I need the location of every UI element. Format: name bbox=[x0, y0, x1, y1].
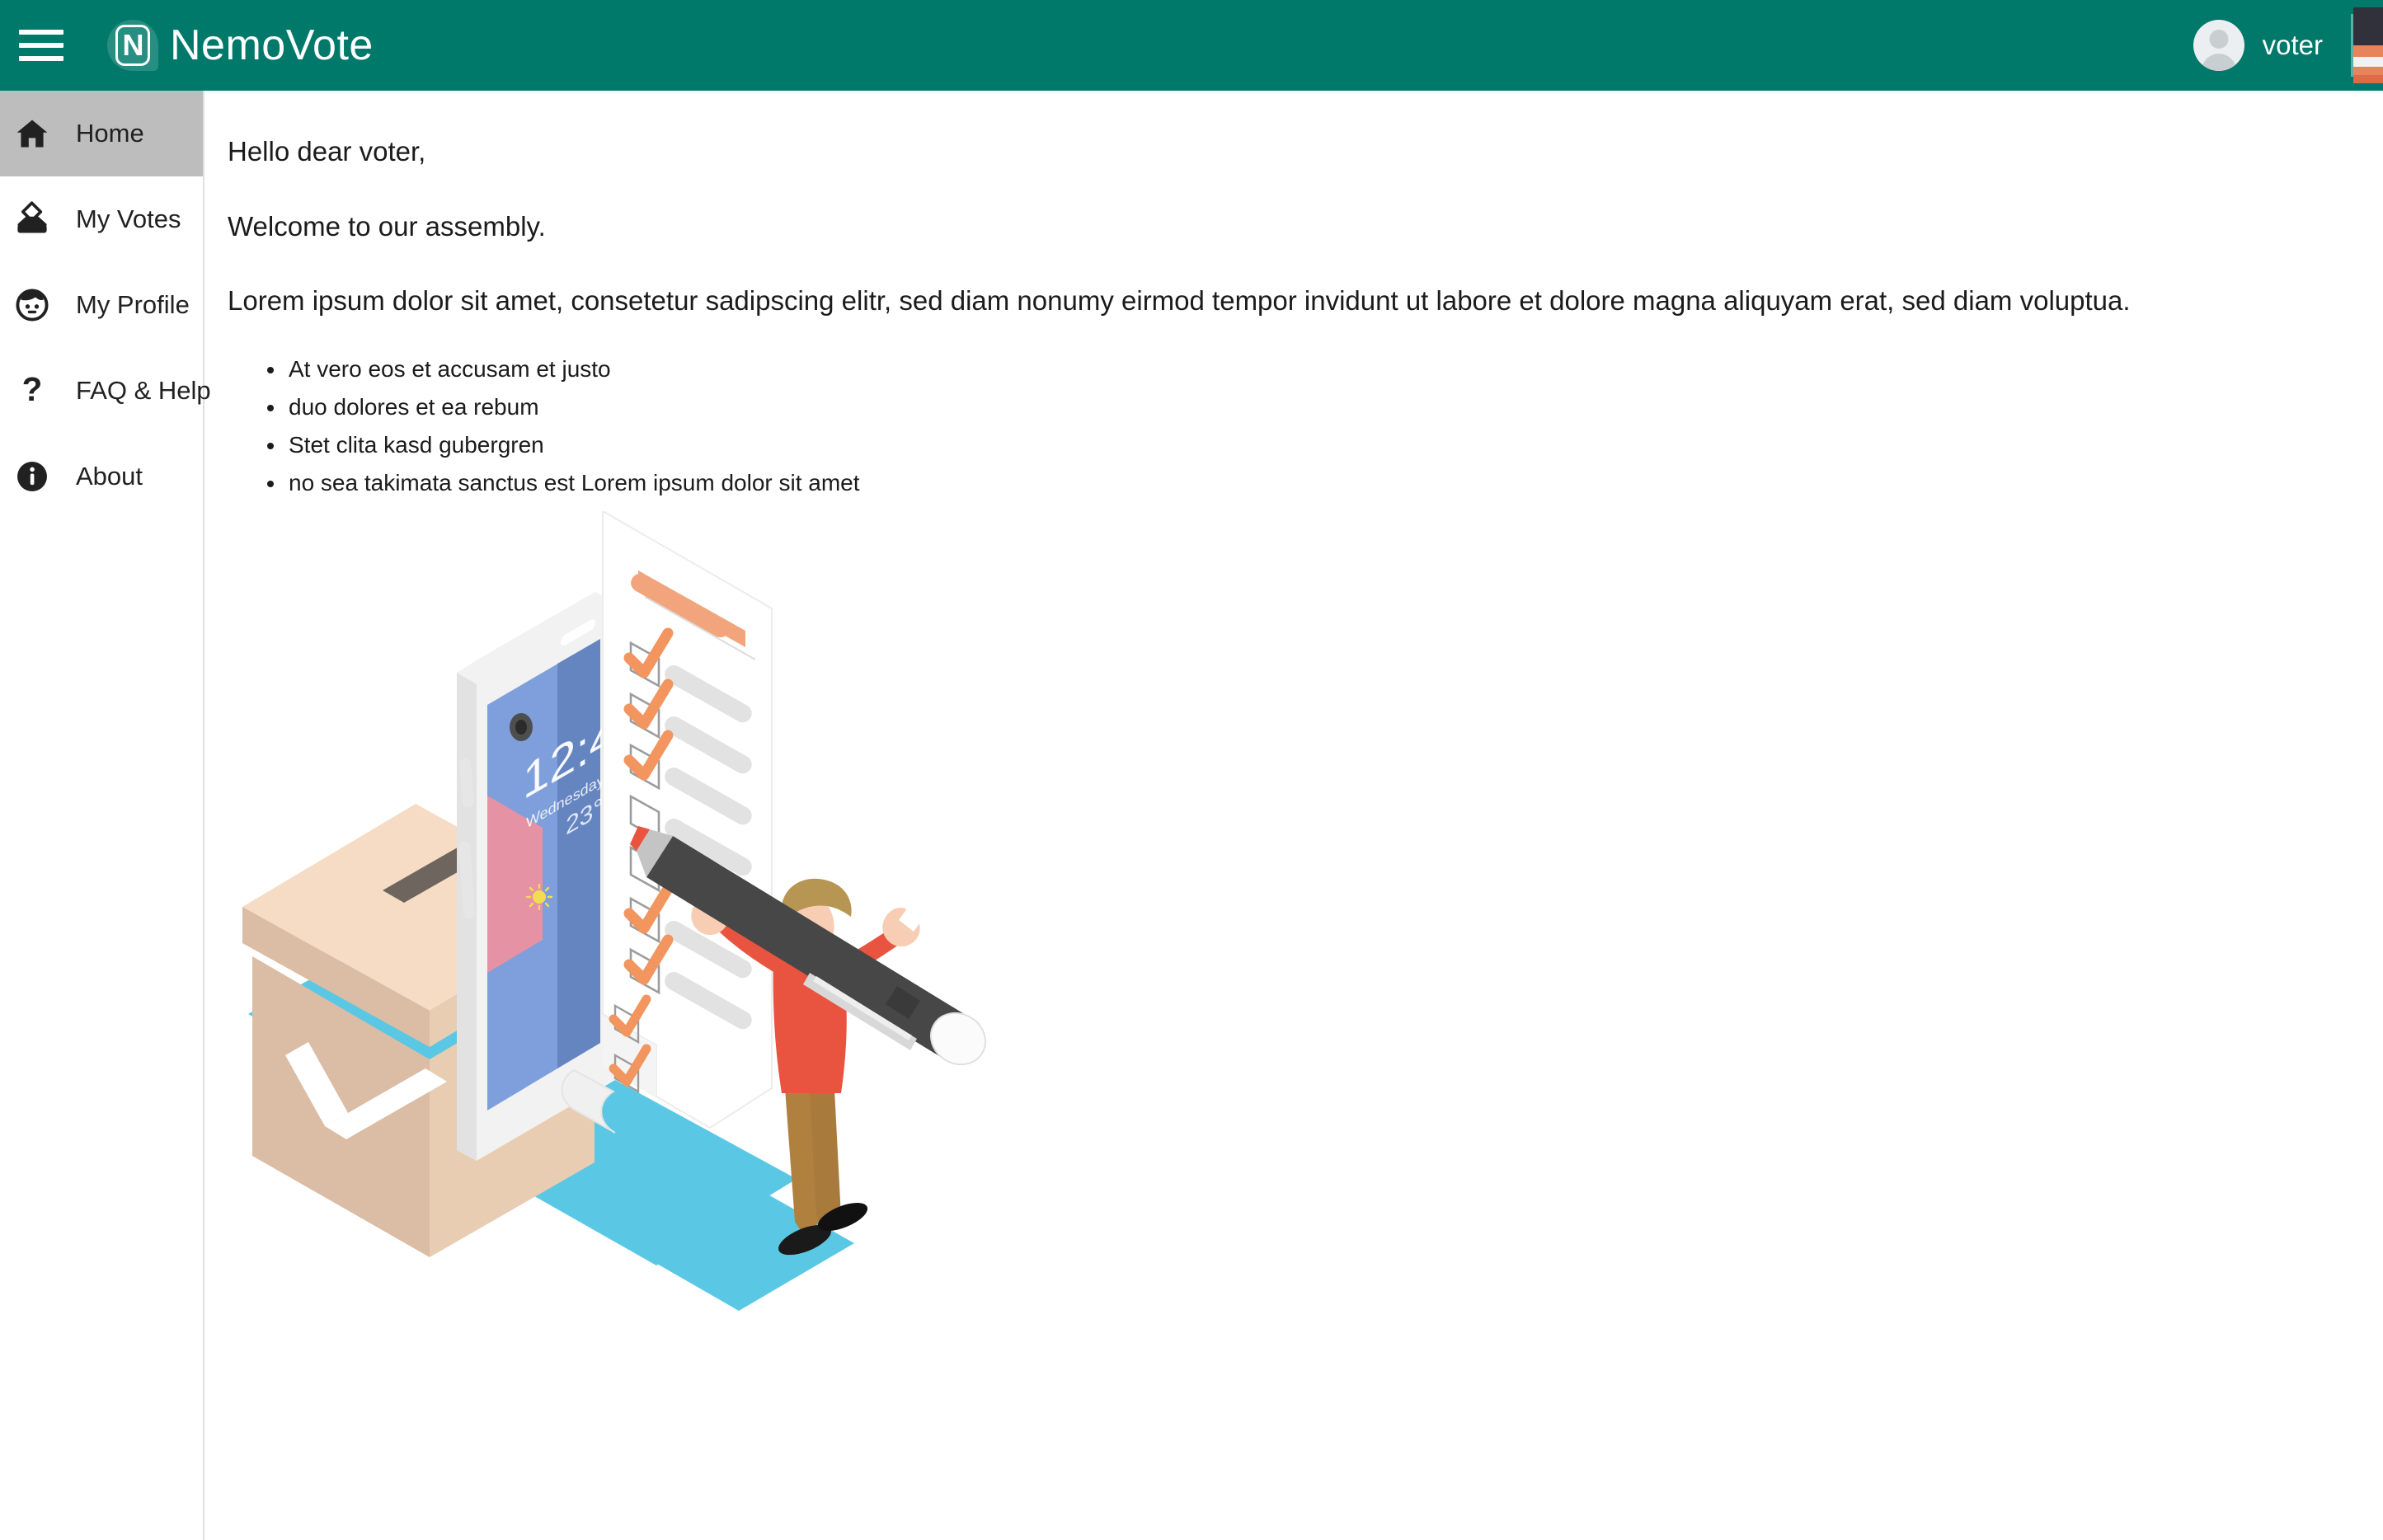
sidebar-item-label: My Profile bbox=[76, 290, 190, 319]
isometric-online-voting-illustration: 12:45 Wednesday, May 24 23° bbox=[242, 510, 986, 1311]
nemovote-logo-icon: N bbox=[107, 20, 158, 71]
list-item: Stet clita kasd gubergren bbox=[264, 433, 2358, 457]
user-name-label: voter bbox=[2262, 30, 2323, 60]
welcome-text: Welcome to our assembly. bbox=[228, 210, 546, 242]
greeting-text: Hello dear voter, bbox=[228, 136, 426, 167]
home-icon bbox=[7, 115, 58, 152]
sidebar-item-label: My Votes bbox=[76, 204, 181, 233]
hamburger-menu-icon bbox=[19, 30, 63, 61]
list-item: no sea takimata sanctus est Lorem ipsum … bbox=[264, 471, 2358, 495]
sun-icon bbox=[525, 883, 553, 910]
main-content-area: Hello dear voter, Welcome to our assembl… bbox=[206, 91, 2383, 1540]
brand-letter: N bbox=[122, 28, 144, 62]
sidebar-item-faq-help[interactable]: ? FAQ & Help bbox=[0, 348, 211, 434]
list-item: duo dolores et ea rebum bbox=[264, 395, 2358, 419]
sidebar-item-label: FAQ & Help bbox=[76, 376, 211, 405]
sidebar-item-about[interactable]: About bbox=[0, 434, 203, 519]
home-content: Hello dear voter, Welcome to our assembl… bbox=[206, 91, 2383, 1336]
signal-bars-icon bbox=[496, 589, 516, 620]
question-mark-icon: ? bbox=[7, 373, 58, 409]
sidebar-item-my-profile[interactable]: My Profile bbox=[0, 262, 203, 348]
info-circle-icon bbox=[7, 458, 58, 495]
list-item: At vero eos et accusam et justo bbox=[264, 357, 2358, 381]
sidebar-item-home[interactable]: Home bbox=[0, 91, 203, 176]
sidebar-nav: Home My Votes My Profile ? FAQ & Help Ab… bbox=[0, 91, 211, 1540]
sidebar-item-my-votes[interactable]: My Votes bbox=[0, 176, 203, 262]
how-to-vote-icon bbox=[7, 201, 58, 237]
sidebar-item-label: About bbox=[76, 462, 143, 491]
brand-logo[interactable]: N NemoVote bbox=[107, 20, 374, 71]
user-menu-button[interactable]: voter bbox=[2193, 20, 2351, 71]
language-selector-button[interactable] bbox=[2353, 0, 2383, 91]
header-right-group: voter bbox=[2193, 0, 2383, 91]
user-avatar-icon bbox=[2193, 20, 2244, 71]
bullet-list: At vero eos et accusam et justo duo dolo… bbox=[264, 357, 2358, 495]
sidebar-item-label: Home bbox=[76, 119, 144, 148]
brand-name: NemoVote bbox=[170, 21, 374, 69]
intro-paragraph: Lorem ipsum dolor sit amet, consetetur s… bbox=[228, 285, 2131, 317]
language-flag-icon bbox=[2353, 7, 2383, 83]
hamburger-menu-button[interactable] bbox=[0, 0, 82, 91]
face-profile-icon bbox=[7, 287, 58, 323]
svg-text:?: ? bbox=[22, 373, 43, 408]
app-header: N NemoVote voter bbox=[0, 0, 2383, 91]
